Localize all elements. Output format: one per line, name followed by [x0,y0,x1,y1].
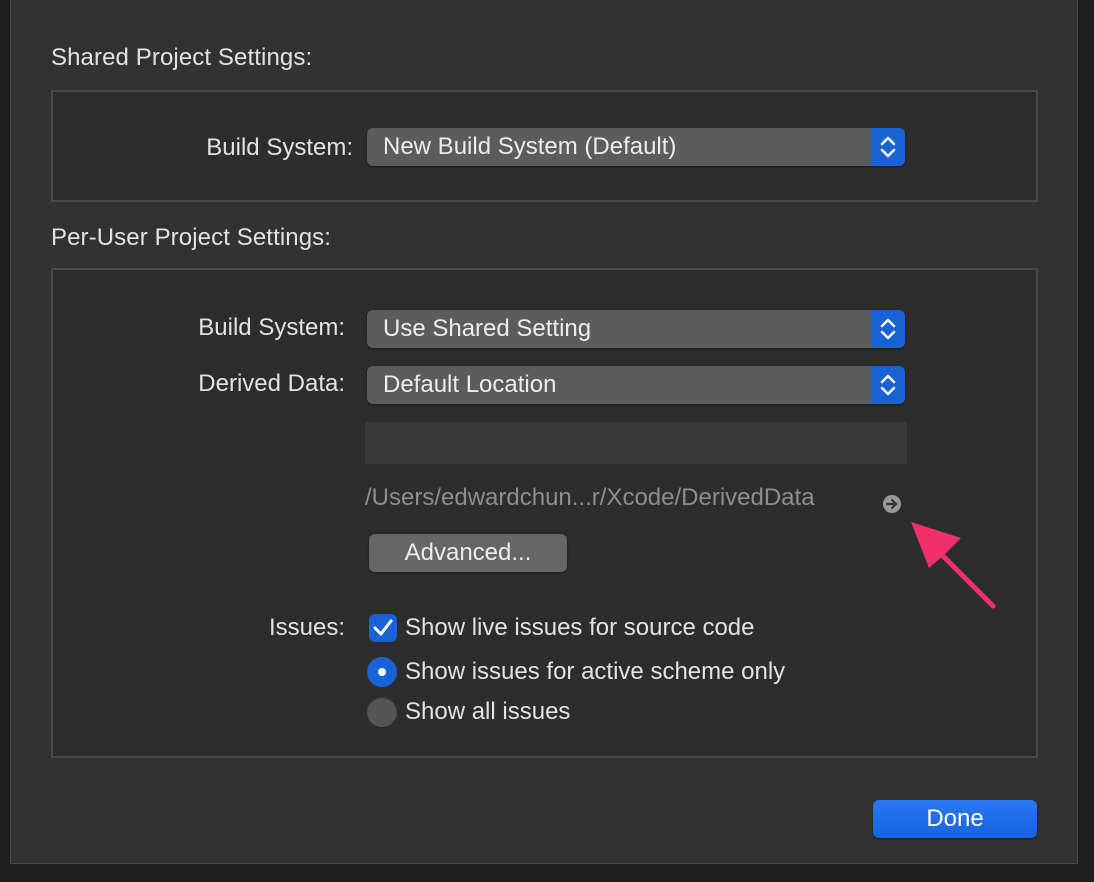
shared-settings-group: Build System: New Build System (Default) [51,90,1038,202]
all-issues-radio[interactable] [367,697,397,727]
derived-data-label: Derived Data: [198,370,345,397]
shared-build-system-popup[interactable]: New Build System (Default) [367,128,905,166]
up-down-chevron-icon [871,366,905,404]
active-scheme-label[interactable]: Show issues for active scheme only [405,658,785,686]
live-issues-label[interactable]: Show live issues for source code [405,614,755,642]
up-down-chevron-icon [871,310,905,348]
project-settings-sheet: Shared Project Settings: Build System: N… [10,0,1078,864]
per-user-settings-title: Per-User Project Settings: [51,224,332,251]
per-user-build-system-value: Use Shared Setting [383,315,592,342]
checkmark-icon [373,619,393,636]
per-user-build-system-popup[interactable]: Use Shared Setting [367,310,905,348]
custom-derived-data-path-field[interactable] [365,422,907,464]
live-issues-checkbox[interactable] [369,614,397,642]
issues-label: Issues: [268,614,345,641]
shared-settings-title: Shared Project Settings: [51,44,313,71]
derived-data-popup[interactable]: Default Location [367,366,905,404]
shared-build-system-label: Build System: [206,134,353,161]
shared-build-system-value: New Build System (Default) [383,133,677,160]
all-issues-label[interactable]: Show all issues [405,698,570,726]
pink-arrow-pointer [911,522,996,609]
derived-data-path: /Users/edwardchun...r/Xcode/DerivedData [365,484,815,511]
active-scheme-radio[interactable] [367,657,397,687]
done-button[interactable]: Done [873,800,1037,838]
per-user-build-system-label: Build System: [198,314,345,341]
up-down-chevron-icon [871,128,905,166]
advanced-button[interactable]: Advanced... [369,534,567,572]
derived-data-value: Default Location [383,371,557,398]
arrow-circle-right-icon[interactable] [882,494,902,514]
